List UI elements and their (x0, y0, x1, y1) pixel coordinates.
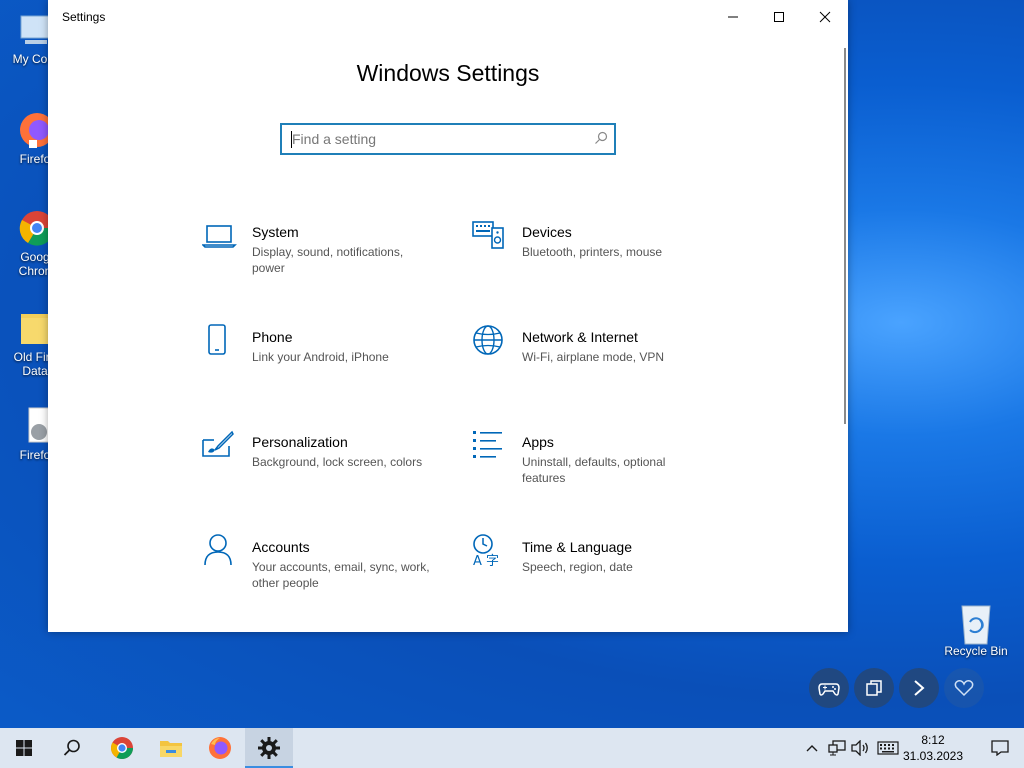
search-icon (595, 131, 608, 144)
taskbar-settings[interactable] (245, 728, 293, 768)
taskbar-chrome[interactable] (98, 728, 146, 768)
settings-window: Settings Windows Settings System Display… (48, 0, 848, 632)
search-input[interactable] (292, 129, 582, 149)
folder-icon (160, 741, 182, 757)
category-personalization[interactable]: Personalization Background, lock screen,… (202, 428, 442, 498)
category-accounts[interactable]: Accounts Your accounts, email, sync, wor… (202, 533, 442, 603)
volume-tray-button[interactable] (850, 728, 872, 768)
list-icon (473, 431, 502, 458)
gamepad-icon (818, 683, 840, 696)
taskbar-firefox[interactable] (196, 728, 244, 768)
taskbar: 8:12 31.03.2023 (0, 728, 1024, 768)
window-title: Settings (62, 10, 106, 24)
firefox-icon (209, 737, 231, 759)
maximize-button[interactable] (756, 0, 802, 34)
clock[interactable]: 8:12 31.03.2023 (898, 732, 968, 764)
search-taskbar-button[interactable] (48, 728, 96, 768)
text-cursor (291, 131, 292, 148)
chevron-up-icon (806, 745, 818, 752)
next-button[interactable] (899, 668, 939, 708)
gamepad-button[interactable] (809, 668, 849, 708)
category-description: Wi-Fi, airplane mode, VPN (522, 350, 665, 364)
category-description: Display, sound, notifications, power (252, 245, 404, 275)
clock-time: 8:12 (921, 733, 945, 747)
recycle-bin-icon (956, 602, 996, 645)
category-name: Personalization (252, 434, 348, 450)
phone-icon (208, 324, 226, 355)
close-button[interactable] (802, 0, 848, 34)
category-name: Network & Internet (522, 329, 638, 345)
svg-text:字: 字 (486, 554, 499, 569)
gear-icon (258, 737, 280, 759)
heart-icon (954, 680, 974, 697)
show-hidden-icons-button[interactable] (802, 728, 822, 768)
category-devices[interactable]: Devices Bluetooth, printers, mouse (472, 218, 712, 288)
category-time-language[interactable]: A 字 Time & Language Speech, region, date (472, 533, 712, 603)
category-description: Link your Android, iPhone (252, 350, 389, 364)
search-box[interactable] (280, 123, 616, 155)
category-system[interactable]: System Display, sound, notifications, po… (202, 218, 442, 288)
globe-icon (473, 325, 503, 355)
copy-windows-icon (866, 680, 882, 696)
search-icon (63, 739, 80, 756)
desktop-icon-recycle-bin[interactable]: Recycle Bin (940, 602, 1012, 658)
scrollbar[interactable] (844, 48, 846, 424)
windows-button[interactable] (854, 668, 894, 708)
notifications-button[interactable] (976, 728, 1024, 768)
category-description: Bluetooth, printers, mouse (522, 245, 663, 259)
category-name: Devices (522, 224, 572, 240)
chevron-right-icon (914, 680, 925, 696)
minimize-button[interactable] (710, 0, 756, 34)
category-description: Speech, region, date (522, 560, 633, 574)
favorite-button[interactable] (944, 668, 984, 708)
keyboard-speaker-icon (472, 221, 504, 249)
category-name: Time & Language (522, 539, 632, 555)
start-button[interactable] (0, 728, 48, 768)
laptop-icon (202, 225, 237, 248)
clock-date: 31.03.2023 (902, 749, 964, 763)
category-name: Accounts (252, 539, 310, 555)
category-name: System (252, 224, 299, 240)
window-titlebar[interactable]: Settings (48, 0, 848, 34)
close-icon (819, 11, 831, 23)
person-icon (204, 534, 232, 566)
windows-logo-icon (16, 740, 32, 756)
maximize-icon (774, 12, 784, 22)
category-phone[interactable]: Phone Link your Android, iPhone (202, 323, 442, 393)
keyboard-icon (877, 741, 899, 755)
minimize-icon (728, 16, 738, 18)
page-title: Windows Settings (356, 60, 540, 86)
paint-brush-icon (202, 430, 234, 457)
svg-text:A: A (473, 554, 482, 569)
time-language-icon: A 字 (473, 534, 499, 569)
category-apps[interactable]: Apps Uninstall, defaults, optional featu… (472, 428, 712, 498)
category-description: Background, lock screen, colors (252, 455, 423, 469)
chrome-icon (111, 737, 133, 759)
notification-icon (991, 740, 1009, 756)
speaker-icon (851, 740, 868, 756)
network-tray-icon-button[interactable] (826, 728, 848, 768)
taskbar-file-explorer[interactable] (147, 728, 195, 768)
category-description: Your accounts, email, sync, work, other … (252, 560, 430, 590)
category-name: Apps (522, 434, 554, 450)
category-network-internet[interactable]: Network & Internet Wi-Fi, airplane mode,… (472, 323, 712, 393)
category-name: Phone (252, 329, 293, 345)
desktop-icon-label: Recycle Bin (944, 644, 1008, 658)
network-icon (828, 740, 846, 756)
category-description: Uninstall, defaults, optional features (522, 455, 666, 485)
